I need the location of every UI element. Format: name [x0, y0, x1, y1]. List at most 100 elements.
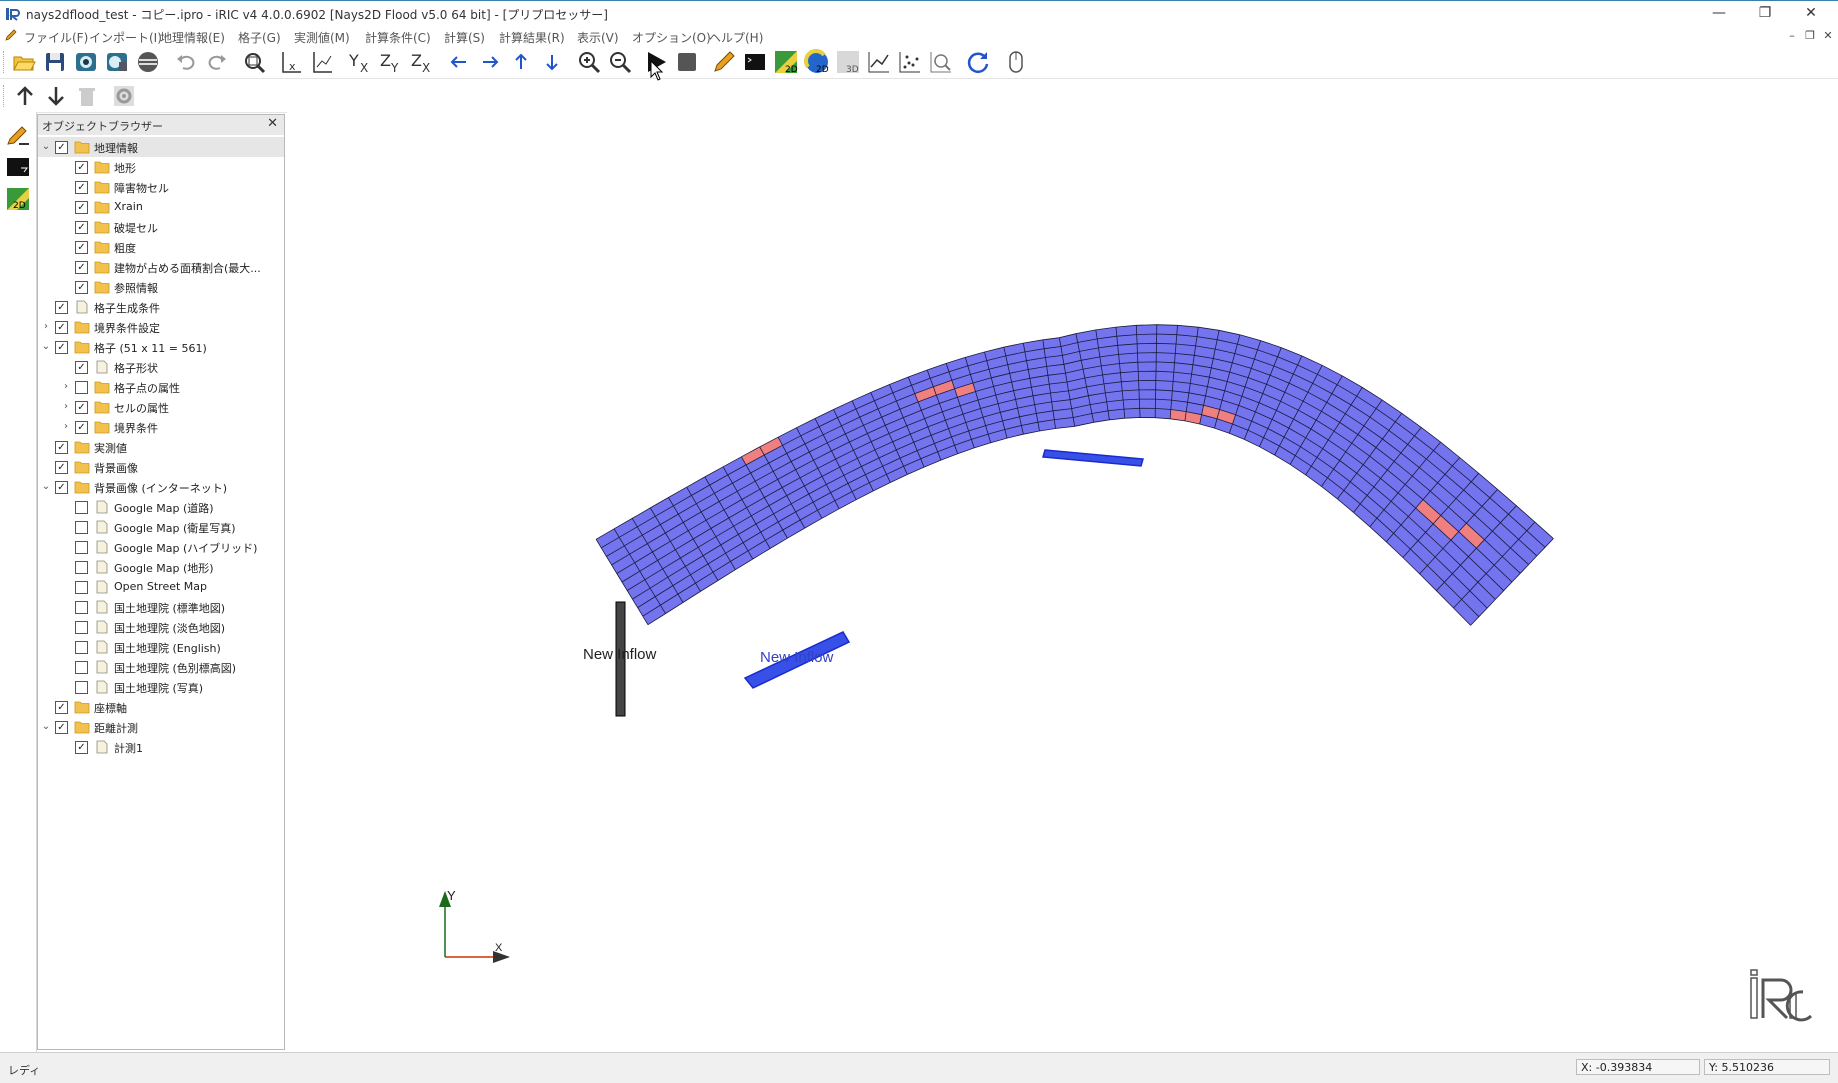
move-right-icon[interactable]: [477, 49, 503, 75]
preprocessor-canvas[interactable]: New Inflow New Inflow Y X: [287, 112, 1838, 1052]
expand-arrow-icon[interactable]: ›: [60, 419, 72, 435]
mdi-minimize-button[interactable]: –: [1784, 28, 1800, 44]
tree-item[interactable]: ✓ 格子形状: [38, 357, 284, 377]
edit-pencil-icon[interactable]: [5, 122, 31, 148]
menu-file[interactable]: ファイル(F): [24, 29, 88, 46]
expand-arrow-icon[interactable]: ›: [40, 319, 52, 335]
mdi-restore-button[interactable]: ❐: [1802, 28, 1818, 44]
fit-view-icon[interactable]: [241, 49, 267, 75]
tree-item[interactable]: Google Map (衛星写真): [38, 517, 284, 537]
collapse-arrow-icon[interactable]: ⌄: [40, 139, 52, 155]
zoom-out-icon[interactable]: [607, 49, 633, 75]
tree-item[interactable]: ✓ 地形: [38, 157, 284, 177]
visibility-checkbox[interactable]: [75, 581, 88, 594]
zoom-in-icon[interactable]: [576, 49, 602, 75]
2d-vector-icon[interactable]: 2D: [804, 49, 830, 75]
tree-item[interactable]: Google Map (ハイブリッド): [38, 537, 284, 557]
tree-item[interactable]: ✓ 背景画像: [38, 457, 284, 477]
visibility-checkbox[interactable]: ✓: [75, 221, 88, 234]
toolbar-grip[interactable]: [3, 51, 7, 73]
stop-icon[interactable]: [674, 49, 700, 75]
delete-icon[interactable]: [74, 83, 100, 109]
2d-result-icon[interactable]: 2D: [5, 186, 31, 212]
visibility-checkbox[interactable]: ✓: [75, 241, 88, 254]
collapse-arrow-icon[interactable]: ⌄: [40, 339, 52, 355]
tree-item[interactable]: 国土地理院 (淡色地図): [38, 617, 284, 637]
restore-button[interactable]: ❐: [1742, 1, 1788, 25]
menu-view[interactable]: 表示(V): [577, 29, 619, 46]
redo-icon[interactable]: [204, 49, 230, 75]
minimize-button[interactable]: —: [1696, 1, 1742, 25]
visibility-checkbox[interactable]: [75, 681, 88, 694]
visibility-checkbox[interactable]: ✓: [55, 701, 68, 714]
background-icon[interactable]: [135, 49, 161, 75]
tree-item[interactable]: ✓ 格子生成条件: [38, 297, 284, 317]
visibility-checkbox[interactable]: ✓: [55, 721, 68, 734]
visibility-checkbox[interactable]: ✓: [75, 181, 88, 194]
tree-item[interactable]: ✓ 参照情報: [38, 277, 284, 297]
visibility-checkbox[interactable]: ✓: [75, 201, 88, 214]
view-zy-icon[interactable]: ZY: [378, 49, 404, 75]
tree-item[interactable]: › ✓ セルの属性: [38, 397, 284, 417]
snapshot-icon[interactable]: [104, 49, 130, 75]
tree-item[interactable]: 国土地理院 (English): [38, 637, 284, 657]
visibility-checkbox[interactable]: ✓: [55, 341, 68, 354]
pencil-icon[interactable]: [711, 49, 737, 75]
mouse-icon[interactable]: [1003, 49, 1029, 75]
menu-calc-condition[interactable]: 計算条件(C): [365, 29, 431, 46]
properties-gear-icon[interactable]: [111, 83, 137, 109]
terminal-icon[interactable]: [742, 49, 768, 75]
tree-item[interactable]: ✓ Xrain: [38, 197, 284, 217]
view-zx-icon[interactable]: ZX: [409, 49, 435, 75]
menu-grid[interactable]: 格子(G): [238, 29, 281, 46]
tree-item[interactable]: › ✓ 境界条件設定: [38, 317, 284, 337]
tree-item[interactable]: 国土地理院 (標準地図): [38, 597, 284, 617]
undo-icon[interactable]: [173, 49, 199, 75]
menu-help[interactable]: ヘルプ(H): [709, 29, 763, 46]
view-yx-icon[interactable]: YX: [347, 49, 373, 75]
tree-item[interactable]: ✓ 実測値: [38, 437, 284, 457]
move-up-icon[interactable]: [508, 49, 534, 75]
visibility-checkbox[interactable]: [75, 541, 88, 554]
visibility-checkbox[interactable]: ✓: [75, 421, 88, 434]
visibility-checkbox[interactable]: ✓: [75, 161, 88, 174]
tree-item[interactable]: ⌄ ✓ 格子 (51 x 11 = 561): [38, 337, 284, 357]
panel-close-button[interactable]: ✕: [267, 116, 278, 131]
probe-icon[interactable]: [928, 49, 954, 75]
move-item-up-icon[interactable]: [12, 83, 38, 109]
tree-item[interactable]: ✓ 障害物セル: [38, 177, 284, 197]
visibility-checkbox[interactable]: ✓: [75, 401, 88, 414]
visibility-checkbox[interactable]: ✓: [55, 441, 68, 454]
menu-import[interactable]: インポート(I): [89, 29, 162, 46]
tree-item[interactable]: › 格子点の属性: [38, 377, 284, 397]
visibility-checkbox[interactable]: ✓: [75, 261, 88, 274]
tree-item[interactable]: ✓ 破堤セル: [38, 217, 284, 237]
visibility-checkbox[interactable]: [75, 561, 88, 574]
inflow-boundary-top[interactable]: [1042, 449, 1144, 467]
2d-contour-icon[interactable]: 2D: [773, 49, 799, 75]
graph-icon[interactable]: [866, 49, 892, 75]
menu-measured[interactable]: 実測値(M): [294, 29, 350, 46]
move-down-icon[interactable]: [539, 49, 565, 75]
camera-icon[interactable]: [73, 49, 99, 75]
console-icon[interactable]: [5, 154, 31, 180]
close-window-button[interactable]: ✕: [1788, 1, 1834, 25]
tree-item[interactable]: ✓ 粗度: [38, 237, 284, 257]
tree-item[interactable]: ✓ 建物が占める面積割合(最大...: [38, 257, 284, 277]
mdi-close-button[interactable]: ✕: [1820, 28, 1836, 44]
menu-option[interactable]: オプション(O): [632, 29, 711, 46]
reload-icon[interactable]: [965, 49, 991, 75]
visibility-checkbox[interactable]: ✓: [55, 461, 68, 474]
tree-item[interactable]: Google Map (地形): [38, 557, 284, 577]
toolbar-grip[interactable]: [3, 85, 7, 107]
tree-item[interactable]: 国土地理院 (写真): [38, 677, 284, 697]
visibility-checkbox[interactable]: [75, 601, 88, 614]
tree-item[interactable]: Open Street Map: [38, 577, 284, 597]
move-item-down-icon[interactable]: [43, 83, 69, 109]
menu-calc-result[interactable]: 計算結果(R): [499, 29, 565, 46]
tree-item[interactable]: › ✓ 境界条件: [38, 417, 284, 437]
visibility-checkbox[interactable]: ✓: [55, 321, 68, 334]
visibility-checkbox[interactable]: ✓: [75, 741, 88, 754]
move-left-icon[interactable]: [446, 49, 472, 75]
expand-arrow-icon[interactable]: ›: [60, 379, 72, 395]
